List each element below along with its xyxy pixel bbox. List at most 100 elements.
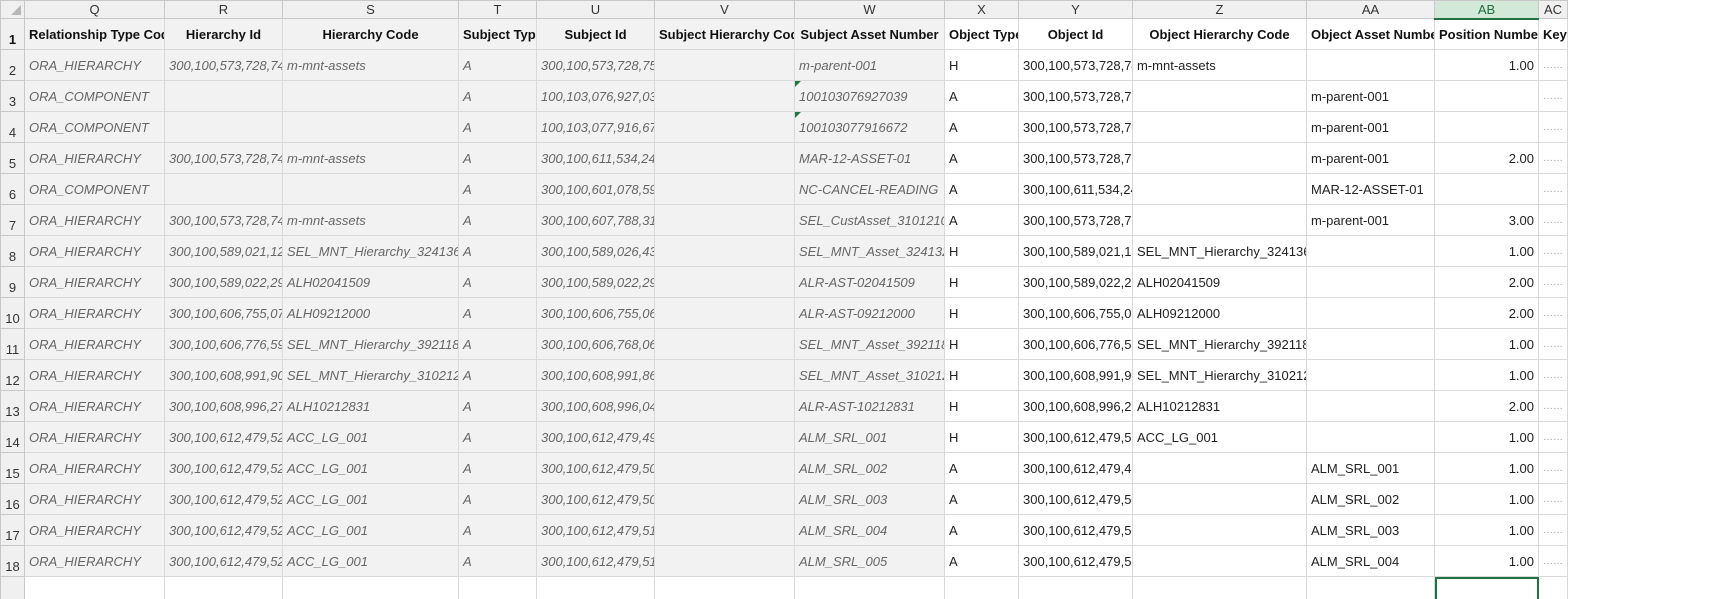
cell[interactable]: [1018, 576, 1133, 599]
row-header[interactable]: 16: [0, 483, 25, 515]
header-cell[interactable]: Object Type: [944, 18, 1019, 50]
cell[interactable]: [944, 576, 1019, 599]
cell[interactable]: H: [944, 297, 1019, 329]
cell[interactable]: ALH09212000: [282, 297, 459, 329]
cell[interactable]: 300,100,612,479,527: [164, 452, 283, 484]
row-header[interactable]: 7: [0, 204, 25, 236]
cell[interactable]: ALM_SRL_005: [794, 545, 945, 577]
cell[interactable]: [1306, 359, 1435, 391]
cell[interactable]: ALM_SRL_002: [1306, 483, 1435, 515]
cell[interactable]: [654, 235, 795, 267]
cell[interactable]: MAR-12-ASSET-01: [794, 142, 945, 174]
cell[interactable]: [164, 173, 283, 205]
cell[interactable]: A: [944, 514, 1019, 546]
cell[interactable]: ORA_HIERARCHY: [24, 328, 165, 360]
cell[interactable]: H: [944, 235, 1019, 267]
cell[interactable]: ……: [1538, 483, 1568, 515]
cell[interactable]: H: [944, 49, 1019, 81]
cell[interactable]: 300,100,607,788,313: [536, 204, 655, 236]
column-header-u[interactable]: U: [536, 0, 655, 19]
cell[interactable]: A: [458, 452, 537, 484]
cell[interactable]: ……: [1538, 545, 1568, 577]
row-header[interactable]: 3: [0, 80, 25, 112]
cell[interactable]: [654, 142, 795, 174]
cell[interactable]: ……: [1538, 204, 1568, 236]
cell[interactable]: 300,100,612,479,502: [1018, 483, 1133, 515]
cell[interactable]: A: [944, 80, 1019, 112]
column-header-ac[interactable]: AC: [1538, 0, 1568, 19]
column-header-t[interactable]: T: [458, 0, 537, 19]
cell[interactable]: ……: [1538, 421, 1568, 453]
header-cell[interactable]: Relationship Type Code: [24, 18, 165, 50]
cell[interactable]: [1132, 204, 1307, 236]
cell[interactable]: 1.00: [1434, 421, 1539, 453]
cell[interactable]: ……: [1538, 235, 1568, 267]
cell[interactable]: H: [944, 359, 1019, 391]
cell[interactable]: ALH10212831: [282, 390, 459, 422]
cell[interactable]: 300,100,606,768,060: [536, 328, 655, 360]
header-cell[interactable]: Hierarchy Id: [164, 18, 283, 50]
cell[interactable]: 300,100,589,021,120: [164, 235, 283, 267]
cell[interactable]: ORA_HIERARCHY: [24, 297, 165, 329]
cell[interactable]: [654, 390, 795, 422]
cell[interactable]: ……: [1538, 359, 1568, 391]
header-cell[interactable]: Subject Id: [536, 18, 655, 50]
cell[interactable]: 300,100,573,728,750: [1018, 111, 1133, 143]
cell[interactable]: A: [458, 49, 537, 81]
cell[interactable]: [1306, 235, 1435, 267]
cell[interactable]: 100,103,077,916,672: [536, 111, 655, 143]
cell[interactable]: ACC_LG_001: [1132, 421, 1307, 453]
cell[interactable]: [654, 266, 795, 298]
row-header[interactable]: [0, 576, 25, 599]
cell[interactable]: [1132, 576, 1307, 599]
row-header-1[interactable]: 1: [0, 18, 25, 50]
cell[interactable]: SEL_MNT_Asset_310212523: [794, 359, 945, 391]
cell[interactable]: ALH09212000: [1132, 297, 1307, 329]
cell[interactable]: A: [944, 452, 1019, 484]
cell[interactable]: ALR-AST-02041509: [794, 266, 945, 298]
cell[interactable]: A: [458, 514, 537, 546]
cell[interactable]: ORA_HIERARCHY: [24, 452, 165, 484]
row-header[interactable]: 4: [0, 111, 25, 143]
cell[interactable]: ORA_HIERARCHY: [24, 545, 165, 577]
cell[interactable]: 300,100,608,991,861: [536, 359, 655, 391]
cell[interactable]: ALM_SRL_001: [1306, 452, 1435, 484]
cell[interactable]: ORA_HIERARCHY: [24, 359, 165, 391]
column-header-w[interactable]: W: [794, 0, 945, 19]
cell[interactable]: [654, 204, 795, 236]
cell[interactable]: m-mnt-assets: [282, 204, 459, 236]
cell[interactable]: m-parent-001: [1306, 111, 1435, 143]
column-header-q[interactable]: Q: [24, 0, 165, 19]
cell[interactable]: [282, 111, 459, 143]
cell[interactable]: [1306, 266, 1435, 298]
cell[interactable]: ACC_LG_001: [282, 483, 459, 515]
cell[interactable]: [282, 576, 459, 599]
cell[interactable]: 300,100,612,479,517: [536, 545, 655, 577]
row-header[interactable]: 10: [0, 297, 25, 329]
cell[interactable]: [1434, 80, 1539, 112]
cell[interactable]: m-parent-001: [794, 49, 945, 81]
cell[interactable]: 300,100,589,022,294: [536, 266, 655, 298]
cell[interactable]: A: [458, 142, 537, 174]
cell[interactable]: 1.00: [1434, 328, 1539, 360]
cell[interactable]: [1132, 111, 1307, 143]
cell[interactable]: A: [458, 359, 537, 391]
cell[interactable]: A: [458, 483, 537, 515]
cell[interactable]: 100103077916672: [794, 111, 945, 143]
cell[interactable]: 1.00: [1434, 483, 1539, 515]
cell[interactable]: 300,100,573,728,750: [1018, 142, 1133, 174]
cell[interactable]: 300,100,606,755,070: [164, 297, 283, 329]
cell[interactable]: 300,100,612,479,527: [164, 514, 283, 546]
cell[interactable]: 300,100,573,728,749: [1018, 49, 1133, 81]
cell[interactable]: 1.00: [1434, 359, 1539, 391]
row-header[interactable]: 17: [0, 514, 25, 546]
cell[interactable]: 300,100,612,479,527: [164, 545, 283, 577]
cell[interactable]: 300,100,612,479,507: [1018, 514, 1133, 546]
cell[interactable]: 100103076927039: [794, 80, 945, 112]
cell[interactable]: 300,100,573,728,750: [1018, 80, 1133, 112]
header-cell[interactable]: Subject Type: [458, 18, 537, 50]
cell[interactable]: ALH02041509: [1132, 266, 1307, 298]
cell[interactable]: ALH02041509: [282, 266, 459, 298]
cell[interactable]: 300,100,611,534,248: [1018, 173, 1133, 205]
cell[interactable]: m-parent-001: [1306, 204, 1435, 236]
